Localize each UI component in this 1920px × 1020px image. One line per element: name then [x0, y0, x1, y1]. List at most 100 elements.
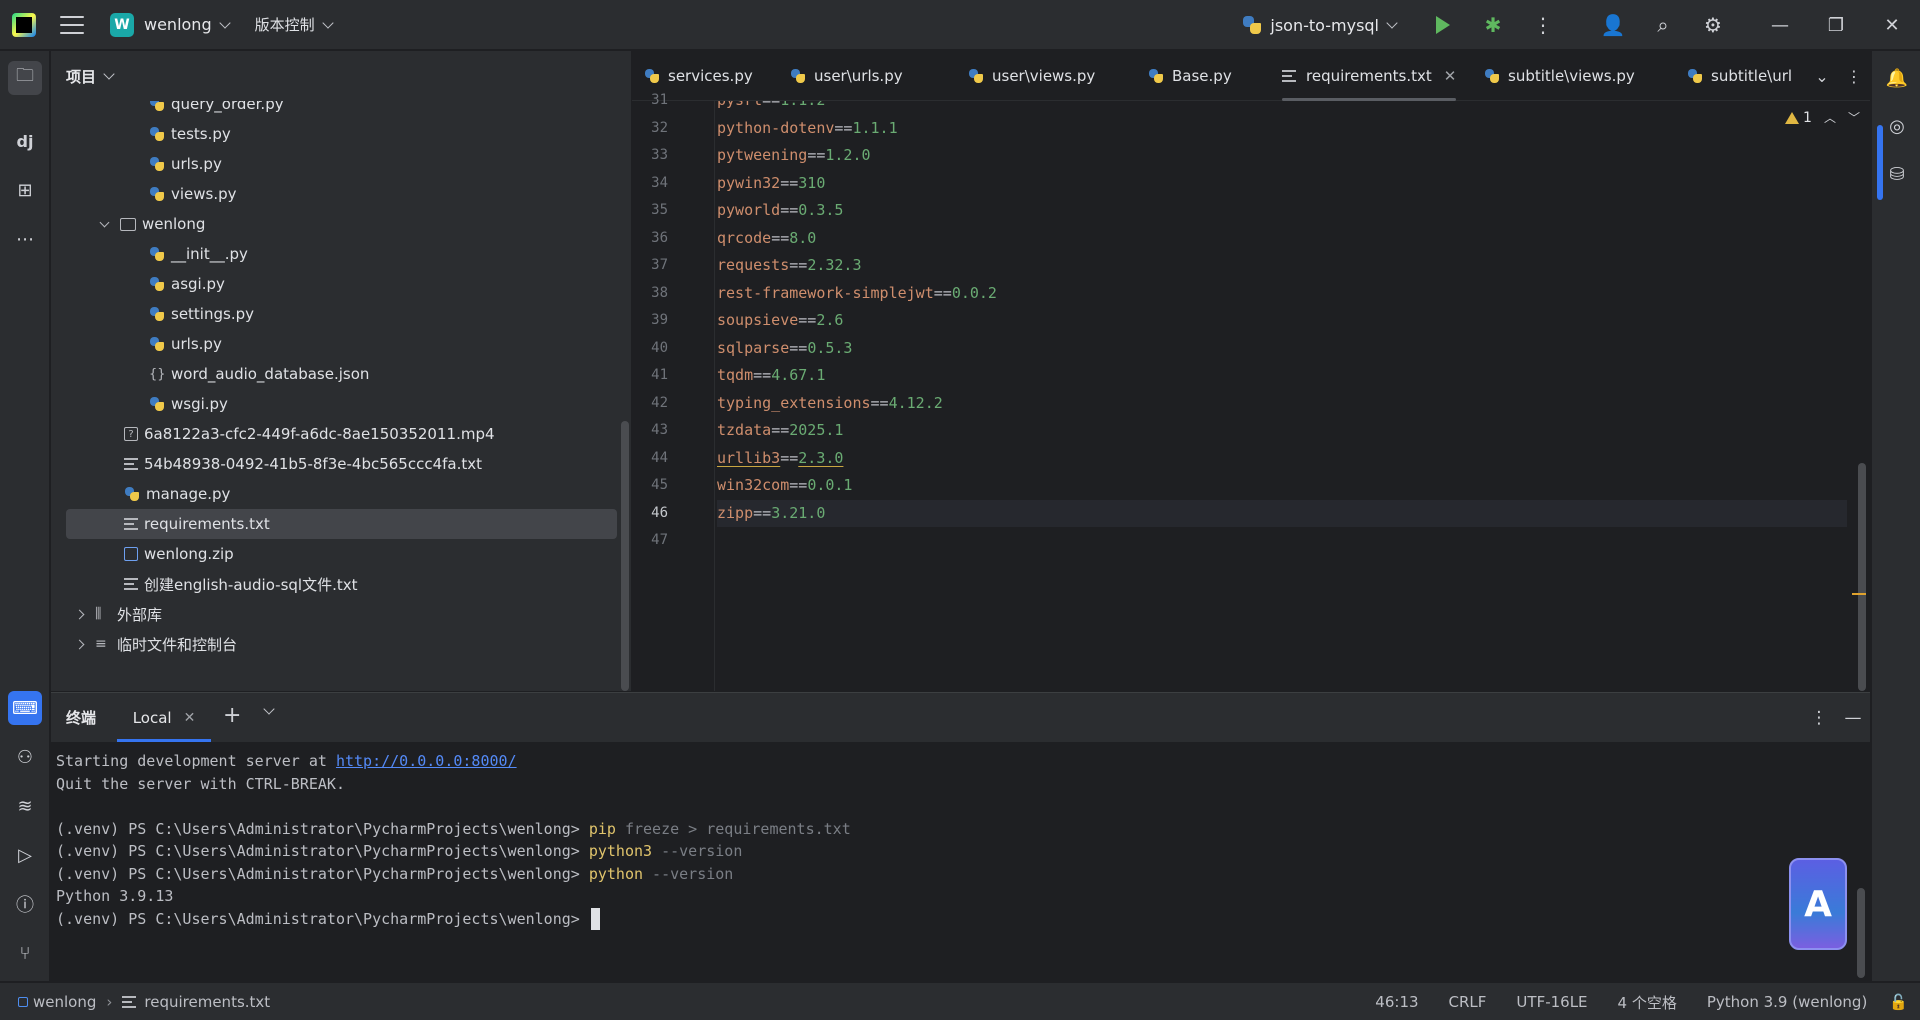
tree-item[interactable]: ? 6a8122a3-cfc2-449f-a6dc-8ae150352011.mp…: [51, 419, 617, 449]
tree-item[interactable]: wenlong.zip: [51, 539, 617, 569]
tree-item[interactable]: manage.py: [51, 479, 617, 509]
code-with-me-button[interactable]: 👤: [1588, 0, 1638, 50]
tree-item[interactable]: urls.py: [51, 149, 617, 179]
close-window-button[interactable]: ✕: [1864, 0, 1920, 50]
database-icon: ⛁: [1889, 163, 1905, 185]
tab-requirements-txt[interactable]: requirements.txt ✕: [1282, 51, 1457, 101]
services-tool-button[interactable]: ≋: [8, 789, 42, 823]
python-file-icon: [149, 186, 165, 202]
tree-item[interactable]: ≡ 临时文件和控制台: [51, 629, 617, 659]
hide-panel-icon[interactable]: —: [1836, 708, 1870, 728]
python-console-button[interactable]: ⚇: [8, 740, 42, 774]
notifications-button[interactable]: 🔔: [1880, 61, 1914, 95]
indent-setting[interactable]: 4 个空格: [1618, 992, 1677, 1013]
tree-item-label: word_audio_database.json: [171, 365, 370, 383]
tree-item[interactable]: 54b48938-0492-41b5-8f3e-4bc565ccc4fa.txt: [51, 449, 617, 479]
new-terminal-button[interactable]: +: [223, 703, 241, 728]
django-tool-button[interactable]: dj: [8, 124, 42, 158]
ai-assistant-button[interactable]: ◎: [1880, 109, 1914, 143]
main-menu-button[interactable]: [60, 15, 84, 34]
project-tool-button[interactable]: 🗀: [8, 61, 42, 95]
tab-list-chevron-icon[interactable]: ⌄: [1806, 67, 1838, 86]
terminal-link[interactable]: http://0.0.0.0:8000/: [336, 752, 517, 770]
tree-item[interactable]: requirements.txt: [66, 509, 617, 539]
project-badge[interactable]: W: [110, 12, 134, 37]
tree-item[interactable]: ⫼ 外部库: [51, 599, 617, 629]
search-everywhere-button[interactable]: ⌕: [1638, 0, 1688, 50]
warning-stripe-marker[interactable]: [1852, 593, 1866, 595]
package-name: tzdata: [717, 421, 772, 439]
chevron-down-icon[interactable]: [321, 16, 334, 29]
tab-subtitle-urls-py[interactable]: subtitle\urls.py: [1687, 51, 1792, 101]
terminal-text: Python 3.9.13: [56, 887, 174, 905]
tab-terminal-local[interactable]: Local ✕: [117, 693, 211, 742]
debug-button[interactable]: ✱: [1468, 0, 1518, 50]
line-number: 41: [651, 367, 668, 383]
file-encoding[interactable]: UTF-16LE: [1516, 993, 1587, 1011]
code-area[interactable]: pysrt==1.1.2python-dotenv==1.1.1pytweeni…: [717, 101, 1847, 691]
terminal-output[interactable]: Starting development server at http://0.…: [56, 742, 1856, 982]
tab-subtitle-views-py[interactable]: subtitle\views.py: [1484, 51, 1635, 101]
package-version: 0.0.1: [807, 476, 853, 494]
chevron-down-icon[interactable]: [218, 16, 231, 29]
tree-item[interactable]: {} word_audio_database.json: [51, 359, 617, 389]
more-actions-button[interactable]: ⋮: [1518, 0, 1568, 50]
close-icon[interactable]: ✕: [1444, 67, 1457, 85]
tree-item[interactable]: wenlong: [51, 209, 617, 239]
run-button[interactable]: [1418, 0, 1468, 50]
tree-item[interactable]: wsgi.py: [51, 389, 617, 419]
more-vertical-icon[interactable]: ⋮: [1838, 67, 1870, 86]
chevron-down-icon[interactable]: [263, 703, 275, 715]
tab-user-urls-py[interactable]: user\urls.py: [790, 51, 903, 101]
tree-item[interactable]: asgi.py: [51, 269, 617, 299]
settings-button[interactable]: ⚙: [1688, 0, 1738, 50]
tree-item[interactable]: views.py: [51, 179, 617, 209]
terminal-tool-button[interactable]: ⌨: [8, 691, 42, 725]
python-interpreter[interactable]: Python 3.9 (wenlong): [1707, 993, 1867, 1011]
chevron-down-icon[interactable]: [99, 217, 110, 228]
tree-item[interactable]: __init__.py: [51, 239, 617, 269]
breadcrumb-file[interactable]: requirements.txt: [144, 993, 270, 1011]
tree-item[interactable]: 创建english-audio-sql文件.txt: [51, 569, 617, 599]
close-icon[interactable]: ✕: [184, 710, 196, 726]
chevron-down-icon[interactable]: ﹀: [1848, 109, 1860, 126]
tab-base-py[interactable]: Base.py: [1148, 51, 1232, 101]
chevron-up-icon[interactable]: ︿: [1824, 109, 1836, 126]
more-vertical-icon: ⋮: [1533, 13, 1553, 37]
database-button[interactable]: ⛁: [1880, 157, 1914, 191]
terminal-cursor: [590, 908, 600, 930]
chevron-down-icon: [1386, 17, 1398, 29]
run-configuration-selector[interactable]: json-to-mysql: [1242, 15, 1398, 35]
inspection-widget[interactable]: 1 ︿ ﹀: [1785, 109, 1860, 126]
ai-assistant-floating-button[interactable]: A: [1789, 858, 1847, 950]
vcs-menu[interactable]: 版本控制: [255, 14, 315, 35]
minimize-button[interactable]: —: [1752, 0, 1808, 50]
tree-item[interactable]: urls.py: [51, 329, 617, 359]
python-file-icon: [968, 68, 984, 84]
chevron-right-icon[interactable]: [74, 639, 85, 649]
chevron-right-icon[interactable]: [74, 609, 85, 619]
project-switcher[interactable]: wenlong: [144, 15, 212, 34]
editor-scrollbar[interactable]: [1858, 463, 1866, 691]
lock-icon[interactable]: 🔓: [1889, 993, 1908, 1011]
run-tool-button[interactable]: ▷: [8, 838, 42, 872]
tree-item[interactable]: query_order.py: [51, 101, 617, 119]
line-separator[interactable]: CRLF: [1449, 993, 1487, 1011]
breadcrumb-project[interactable]: wenlong: [33, 993, 96, 1011]
problems-tool-button[interactable]: ⓘ: [8, 887, 42, 921]
project-panel-header[interactable]: 项目: [51, 51, 631, 101]
tree-item[interactable]: tests.py: [51, 119, 617, 149]
caret-position[interactable]: 46:13: [1375, 993, 1418, 1011]
terminal-scrollbar[interactable]: [1857, 888, 1865, 978]
chevron-down-icon[interactable]: [103, 68, 115, 80]
restore-button[interactable]: ❐: [1808, 0, 1864, 50]
structure-tool-button[interactable]: ⊞: [8, 173, 42, 207]
more-tools-button[interactable]: ⋯: [8, 222, 42, 256]
tree-item[interactable]: settings.py: [51, 299, 617, 329]
tab-user-views-py[interactable]: user\views.py: [968, 51, 1095, 101]
python-file-icon: [149, 156, 165, 172]
line-number: 45: [651, 477, 668, 493]
git-tool-button[interactable]: ⑂: [8, 936, 42, 970]
project-scrollbar[interactable]: [621, 421, 629, 691]
more-vertical-icon[interactable]: ⋮: [1802, 708, 1836, 728]
